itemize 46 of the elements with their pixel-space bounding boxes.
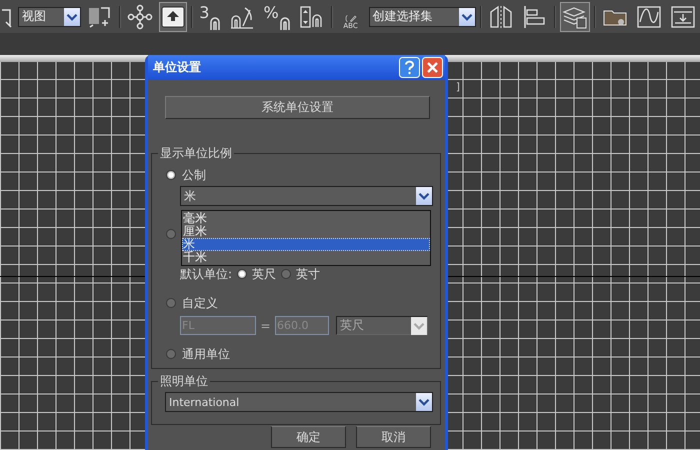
radio-button[interactable] <box>166 170 176 180</box>
radio-button[interactable] <box>237 269 248 279</box>
mirror-icon <box>488 4 514 30</box>
default-unit-label: 默认单位: <box>180 266 232 282</box>
radio-button[interactable] <box>166 229 176 239</box>
lighting-unit-dropdown[interactable]: International <box>165 392 433 412</box>
chevron-down-icon <box>416 187 432 205</box>
chevron-down-icon <box>64 8 80 26</box>
window-title: 单位设置 <box>153 59 202 76</box>
dropdown-option[interactable]: 厘米 <box>182 225 430 238</box>
radio-button[interactable] <box>281 269 292 279</box>
curve-graph-icon <box>636 4 662 30</box>
percent-snap-button[interactable]: % <box>261 2 293 32</box>
nodes-icon <box>127 4 154 30</box>
view-dropdown[interactable]: 视图 <box>18 6 82 26</box>
radio-label: 自定义 <box>182 294 218 312</box>
viewport-label: ] <box>456 82 460 94</box>
chevron-down-icon <box>416 393 432 411</box>
help-icon[interactable] <box>399 57 420 78</box>
radio-label: 通用单位 <box>182 346 230 362</box>
radio-button[interactable] <box>166 298 176 308</box>
dropdown-option[interactable]: 毫米 <box>182 212 430 225</box>
magnet-icon <box>278 16 291 30</box>
dropdown-option[interactable]: 千米 <box>182 251 430 264</box>
chevron-down-icon <box>411 316 427 334</box>
equals-sign: = <box>259 318 272 332</box>
radio-label: 英尺 <box>252 266 276 282</box>
system-unit-setup-button[interactable]: 系统单位设置 <box>165 96 430 119</box>
ok-button[interactable]: 确定 <box>271 426 346 448</box>
selection-set-dropdown[interactable]: 创建选择集 <box>368 6 476 26</box>
group-title: 照明单位 <box>159 373 209 390</box>
snap-toggle-button[interactable]: 3 <box>197 2 224 32</box>
magnet-icon <box>209 16 222 30</box>
radio-label: 英寸 <box>296 266 320 282</box>
group-title: 显示单位比例 <box>159 145 233 162</box>
radio-button[interactable] <box>166 349 176 359</box>
close-icon[interactable] <box>422 57 443 78</box>
radio-label: 公制 <box>182 166 206 184</box>
dropdown-option[interactable]: 米 <box>182 238 430 251</box>
cancel-button[interactable]: 取消 <box>356 426 431 448</box>
custom-unit-dropdown[interactable]: 英尺 <box>336 316 428 335</box>
download-tray-icon <box>670 4 696 30</box>
place-button[interactable] <box>159 2 188 32</box>
chevron-down-icon <box>459 8 476 26</box>
layer-button[interactable] <box>560 2 590 32</box>
metric-unit-dropdown[interactable]: 米 <box>180 186 433 206</box>
